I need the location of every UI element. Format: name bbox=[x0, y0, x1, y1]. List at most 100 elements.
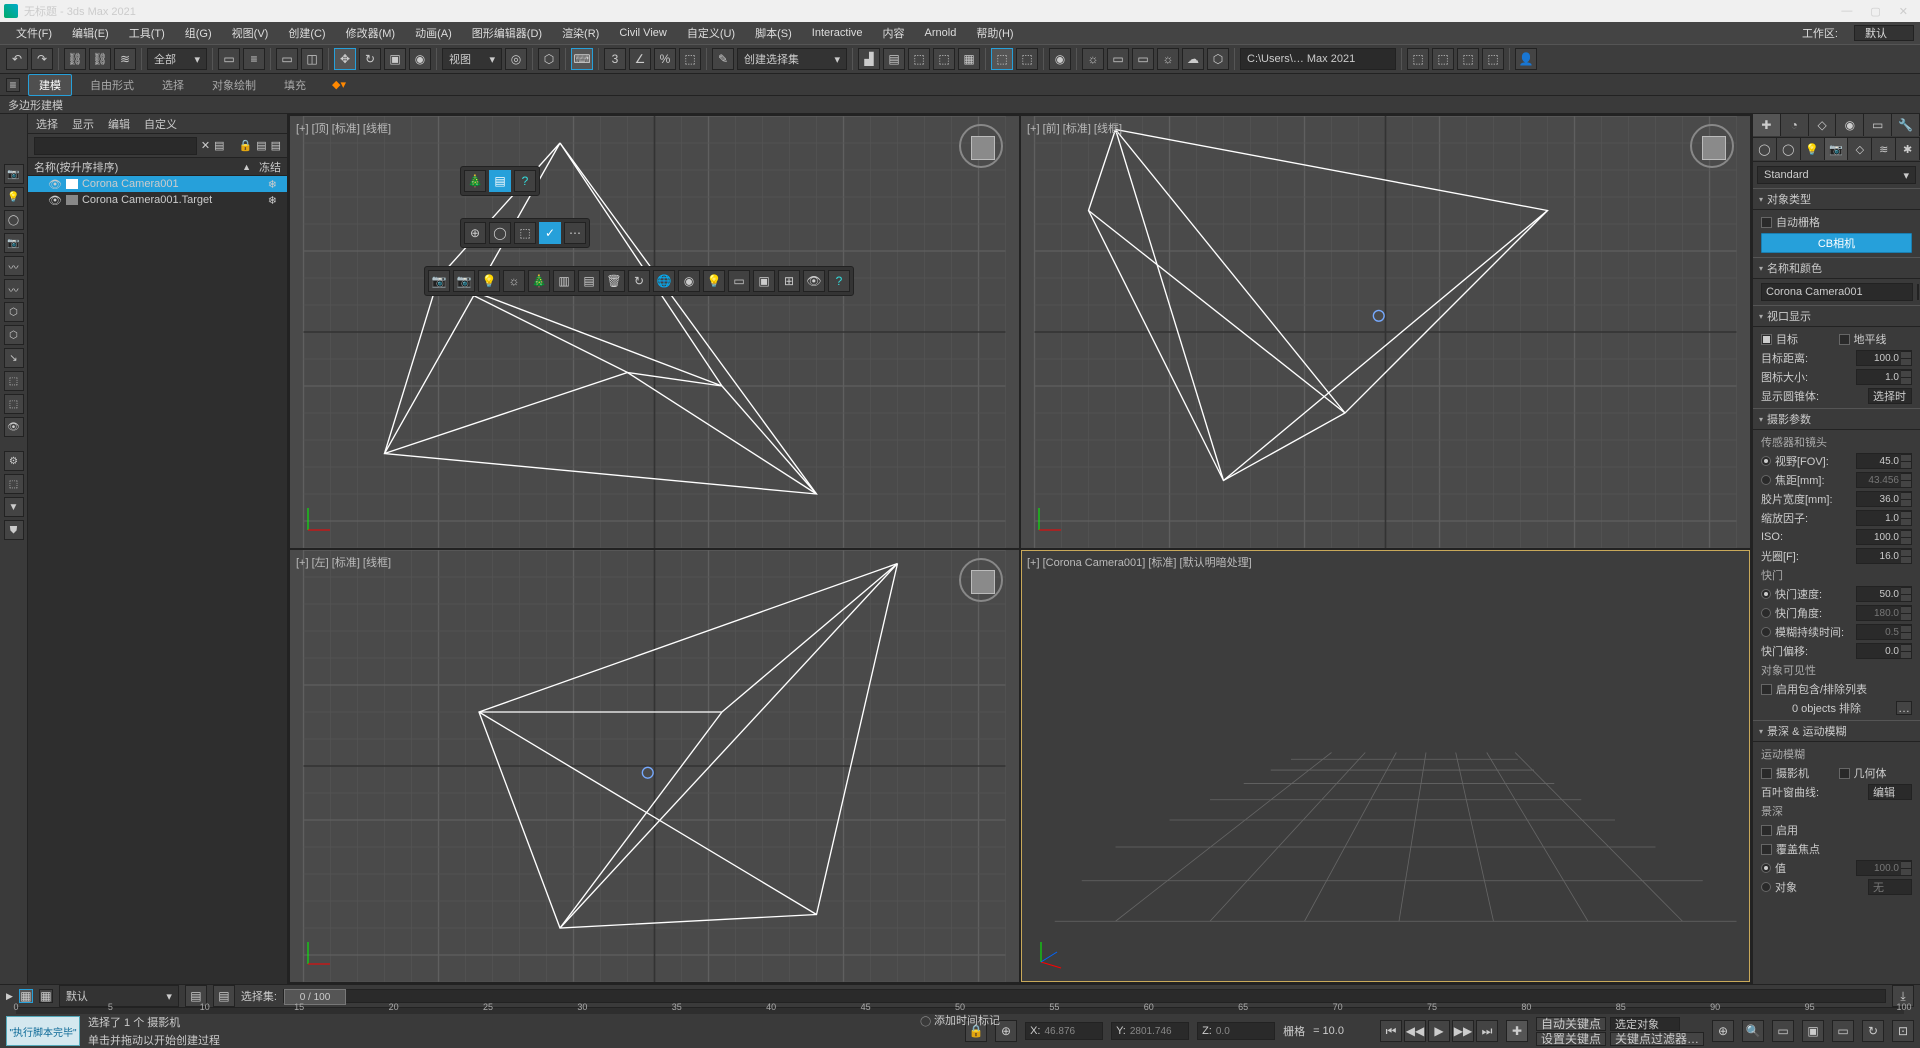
rollout-photo[interactable]: 摄影参数 bbox=[1753, 408, 1920, 430]
minimize-button[interactable]: ― bbox=[1841, 5, 1852, 18]
ribbon-tab-select[interactable]: 选择 bbox=[152, 75, 194, 95]
play-button[interactable]: ▶ bbox=[1428, 1020, 1450, 1042]
rollout-viewport[interactable]: 视口显示 bbox=[1753, 305, 1920, 327]
sub-camera-icon[interactable]: 📷 bbox=[1825, 138, 1849, 160]
filmw-spinner[interactable]: 36.0 bbox=[1856, 491, 1912, 507]
fb3-bulb2-icon[interactable]: 💡 bbox=[703, 270, 725, 292]
sub-spacewarp-icon[interactable]: ≋ bbox=[1872, 138, 1896, 160]
workspace-dropdown[interactable]: 默认 bbox=[1854, 25, 1914, 41]
lock-icon[interactable]: 🔒 bbox=[238, 139, 252, 152]
rotate-button[interactable]: ↻ bbox=[359, 48, 381, 70]
fb3-sun-icon[interactable]: ☼ bbox=[503, 270, 525, 292]
ribbon-tab-freeform[interactable]: 自由形式 bbox=[80, 75, 144, 95]
ref-coord-dropdown[interactable]: 视图▾ bbox=[442, 48, 502, 70]
menu-edit[interactable]: 编辑(E) bbox=[62, 23, 119, 43]
redo-button[interactable]: ↷ bbox=[31, 48, 53, 70]
focal-spinner[interactable]: 43.456 bbox=[1856, 472, 1912, 488]
mirror-button[interactable]: ▟ bbox=[858, 48, 880, 70]
menu-render[interactable]: 渲染(R) bbox=[552, 23, 609, 43]
target-dist-spinner[interactable]: 100.0 bbox=[1856, 350, 1912, 366]
dof-object-picker[interactable]: 无 bbox=[1868, 879, 1912, 895]
fb2-axis-icon[interactable]: ⊕ bbox=[464, 222, 486, 244]
dof-enable-checkbox[interactable] bbox=[1761, 825, 1772, 836]
menu-group[interactable]: 组(G) bbox=[175, 23, 222, 43]
window-crossing-button[interactable]: ◫ bbox=[301, 48, 323, 70]
angle-snap-button[interactable]: ∠ bbox=[629, 48, 651, 70]
named-set-edit-button[interactable]: ✎ bbox=[712, 48, 734, 70]
list-edit-button[interactable]: … bbox=[1896, 701, 1912, 715]
ls-icon10[interactable]: ⬚ bbox=[4, 371, 24, 391]
dof-override-checkbox[interactable] bbox=[1761, 844, 1772, 855]
tab-motion-icon[interactable]: ◉ bbox=[1836, 114, 1864, 136]
viewport-camera[interactable]: [+] [Corona Camera001] [标准] [默认明暗处理] bbox=[1021, 550, 1750, 982]
rect-select-button[interactable]: ▭ bbox=[276, 48, 298, 70]
ribbon-tab-objectpaint[interactable]: 对象绘制 bbox=[202, 75, 266, 95]
iso-spinner[interactable]: 100.0 bbox=[1856, 529, 1912, 545]
menu-script[interactable]: 脚本(S) bbox=[745, 23, 802, 43]
menu-file[interactable]: 文件(F) bbox=[6, 23, 62, 43]
cbcamera-button[interactable]: CB相机 bbox=[1761, 233, 1912, 253]
fb3-cam2-icon[interactable]: 📷 bbox=[453, 270, 475, 292]
ls-icon15[interactable]: ▼ bbox=[4, 497, 24, 517]
fb3-tree-icon[interactable]: 🎄 bbox=[528, 270, 550, 292]
add-time-marker[interactable]: 添加时间标记 bbox=[934, 1015, 1000, 1027]
mblur-cam-checkbox[interactable] bbox=[1761, 768, 1772, 779]
fb3-iter-icon[interactable]: ↻ bbox=[628, 270, 650, 292]
render-cloud-button[interactable]: ☁ bbox=[1182, 48, 1204, 70]
nav-zoomall-button[interactable]: ▣ bbox=[1802, 1020, 1824, 1042]
ls-camera-icon[interactable]: 📷 bbox=[4, 164, 24, 184]
schematic-button[interactable]: ⬚ bbox=[1016, 48, 1038, 70]
goto-end-button[interactable]: ⏭ bbox=[1476, 1020, 1498, 1042]
project-btn1[interactable]: ⬚ bbox=[1407, 48, 1429, 70]
render-a360-button[interactable]: ⬡ bbox=[1207, 48, 1229, 70]
fb3-trash-icon[interactable]: 🗑 bbox=[603, 270, 625, 292]
clear-search-icon[interactable]: ✕ bbox=[201, 139, 210, 152]
tab-create-icon[interactable]: ✚ bbox=[1753, 114, 1781, 136]
target-checkbox[interactable] bbox=[1761, 334, 1772, 345]
menu-interactive[interactable]: Interactive bbox=[802, 25, 873, 41]
percent-snap-button[interactable]: % bbox=[654, 48, 676, 70]
nav-orbit-button[interactable]: ↻ bbox=[1862, 1020, 1884, 1042]
layers-icon2[interactable]: ▤ bbox=[213, 985, 235, 1007]
menu-animation[interactable]: 动画(A) bbox=[405, 23, 462, 43]
undo-button[interactable]: ↶ bbox=[6, 48, 28, 70]
ls-icon5[interactable]: 〰 bbox=[4, 256, 24, 276]
ls-shape-icon[interactable]: ◯ bbox=[4, 210, 24, 230]
material-editor-button[interactable]: ◉ bbox=[1049, 48, 1071, 70]
scene-tab-custom[interactable]: 自定义 bbox=[144, 116, 177, 132]
project-btn3[interactable]: ⬚ bbox=[1457, 48, 1479, 70]
shutangle-radio[interactable] bbox=[1761, 608, 1771, 618]
menu-tools[interactable]: 工具(T) bbox=[119, 23, 175, 43]
ls-icon9[interactable]: ↘ bbox=[4, 348, 24, 368]
named-set-dropdown[interactable]: 创建选择集▾ bbox=[737, 48, 847, 70]
dof-value-spinner[interactable]: 100.0 bbox=[1856, 860, 1912, 876]
fb3-fit-icon[interactable]: ▣ bbox=[753, 270, 775, 292]
menu-civilview[interactable]: Civil View bbox=[609, 25, 676, 41]
manipulate-button[interactable]: ⬡ bbox=[538, 48, 560, 70]
signin-button[interactable]: 👤 bbox=[1515, 48, 1537, 70]
fb2-check-icon[interactable]: ✓ bbox=[539, 222, 561, 244]
placement-button[interactable]: ◉ bbox=[409, 48, 431, 70]
rollout-dof[interactable]: 景深 & 运动模糊 bbox=[1753, 720, 1920, 742]
menu-grapheditor[interactable]: 图形编辑器(D) bbox=[462, 23, 552, 43]
viewcube-left[interactable] bbox=[959, 558, 1003, 602]
menu-help[interactable]: 帮助(H) bbox=[966, 23, 1023, 43]
render-button[interactable]: ☼ bbox=[1157, 48, 1179, 70]
nav-fov-button[interactable]: ▭ bbox=[1772, 1020, 1794, 1042]
sort-icon[interactable]: ▤ bbox=[256, 139, 266, 152]
scene-search-input[interactable] bbox=[34, 137, 197, 155]
ls-icon13[interactable]: ⚙ bbox=[4, 451, 24, 471]
nav-zoom-button[interactable]: 🔍 bbox=[1742, 1020, 1764, 1042]
goto-start-button[interactable]: ⏮ bbox=[1380, 1020, 1402, 1042]
time-slider-track[interactable]: 0 / 100 bbox=[283, 989, 1886, 1003]
fb1-help-icon[interactable]: ? bbox=[514, 170, 536, 192]
blurdur-spinner[interactable]: 0.5 bbox=[1856, 624, 1912, 640]
explorer-button[interactable]: ⬚ bbox=[933, 48, 955, 70]
menu-content[interactable]: 内容 bbox=[873, 23, 915, 43]
scene-tab-edit[interactable]: 编辑 bbox=[108, 116, 130, 132]
fb3-cam1-icon[interactable]: 📷 bbox=[428, 270, 450, 292]
sub-geom-icon[interactable]: ◯ bbox=[1753, 138, 1777, 160]
fb3-screen-icon[interactable]: ▭ bbox=[728, 270, 750, 292]
ls-icon16[interactable]: ⛊ bbox=[4, 520, 24, 540]
ls-icon7[interactable]: ⬡ bbox=[4, 302, 24, 322]
